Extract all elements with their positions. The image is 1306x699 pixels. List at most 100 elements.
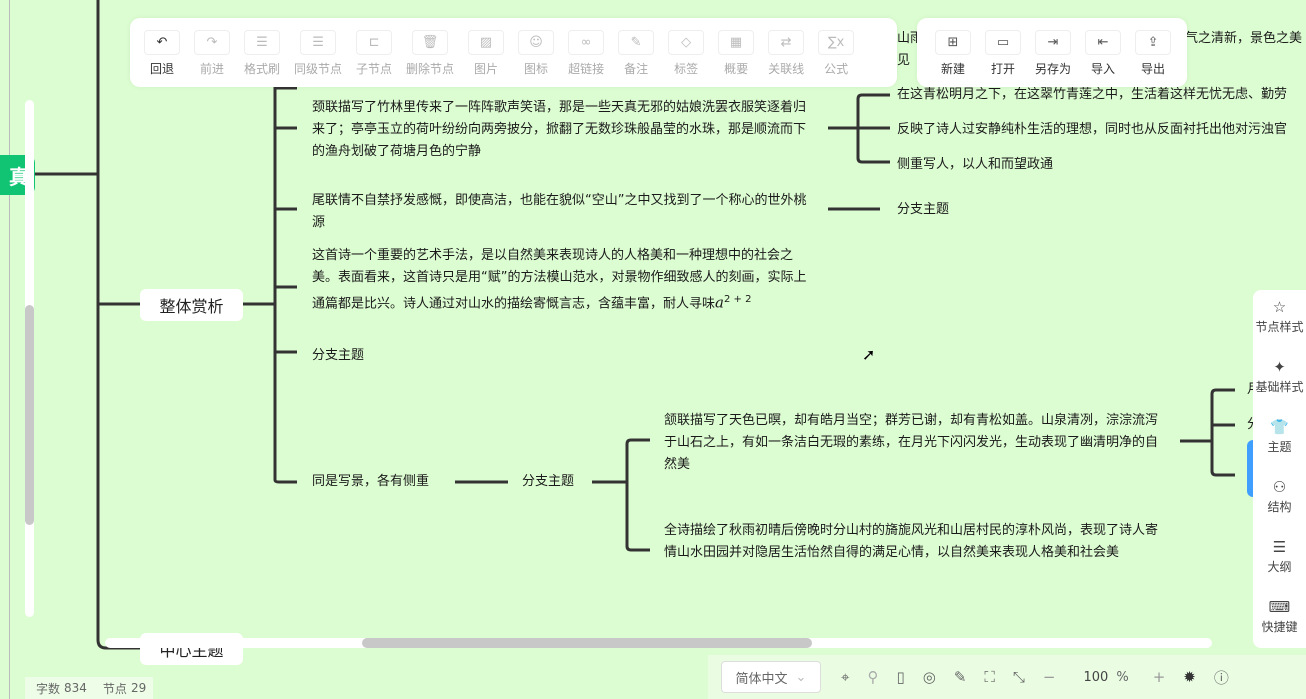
node-text[interactable]: 分支主题 — [312, 345, 364, 367]
language-select[interactable]: 简体中文 ⌄ — [721, 661, 821, 693]
toolbar-image-button[interactable]: ▨ 图片 — [468, 30, 504, 87]
undo-icon: ↶ — [144, 30, 180, 55]
node-text[interactable]: 在这青松明月之下，在这翠竹青莲之中，生活着这样无忧无虑、勤劳 — [897, 84, 1287, 106]
node-text[interactable]: 这首诗一个重要的艺术手法，是以自然美来表现诗人的人格美和一种理想中的社会之美。表… — [312, 245, 807, 315]
sun-icon[interactable]: ✹ — [1183, 668, 1196, 686]
button-label: 备注 — [624, 60, 648, 77]
toolbar-trash-button[interactable]: 🗑删除节点 — [406, 30, 454, 87]
trash-icon: 🗑 — [412, 30, 448, 55]
toolbar-summary-button[interactable]: ▦ 概要 — [718, 30, 754, 87]
toolbar-structure-button[interactable]: ⚇结构 — [1253, 470, 1306, 530]
new-file-icon: ⊞ — [935, 30, 971, 55]
keyboard-icon: ⌨ — [1269, 598, 1291, 618]
formula-exponent: 2 + 2 — [724, 294, 751, 305]
button-label: 关联线 — [768, 60, 804, 77]
structure-icon: ⚇ — [1273, 478, 1286, 498]
export-icon: ⇪ — [1135, 30, 1171, 55]
toolbar-redo-button[interactable]: ↷ 前进 — [194, 30, 230, 87]
mouse-cursor: ➚ — [862, 345, 875, 364]
button-label: 格式刷 — [244, 60, 280, 77]
toolbar-save-as-button[interactable]: ⇥另存为 — [1035, 30, 1071, 87]
edit-icon[interactable]: ✎ — [954, 668, 967, 686]
button-label: 结构 — [1267, 498, 1291, 515]
fit-screen-icon[interactable]: ⛶ — [984, 668, 995, 686]
toolbar-export-button[interactable]: ⇪ 导出 — [1135, 30, 1171, 87]
toolbar-keyboard-button[interactable]: ⌨快捷键 — [1253, 590, 1306, 650]
zoom-percent: % — [1116, 670, 1128, 685]
node-text[interactable]: 分支主题 — [897, 199, 949, 221]
vertical-scrollbar[interactable] — [25, 100, 34, 617]
button-label: 图片 — [474, 60, 498, 77]
vertical-scrollbar-thumb[interactable] — [25, 305, 34, 525]
zoom-in-button[interactable]: + — [1153, 668, 1166, 686]
toolbar-child-node-button[interactable]: ⊏子节点 — [356, 30, 392, 87]
node-text[interactable]: 尾联情不自禁抒发感慨，即使高洁，也能在貌似“空山”之中又找到了一个称心的世外桃源 — [312, 190, 807, 234]
redo-icon: ↷ — [194, 30, 230, 55]
image-icon: ▨ — [468, 30, 504, 55]
toolbar-shirt-button[interactable]: 👕主题 — [1253, 410, 1306, 470]
link-icon: ∞ — [568, 30, 604, 55]
magic-wand-icon: ✦ — [1273, 358, 1286, 378]
toolbar-node-style-button[interactable]: ☆节点样式 — [1253, 290, 1306, 350]
chevron-down-icon: ⌄ — [796, 670, 807, 685]
node-overall-analysis[interactable]: 整体赏析 — [140, 289, 243, 321]
button-label: 导出 — [1141, 60, 1165, 77]
toolbar-undo-button[interactable]: ↶ 回退 — [144, 30, 180, 87]
format-painter-icon: ☰ — [244, 30, 280, 55]
outline-icon: ☰ — [1273, 538, 1286, 558]
toolbar-note-button[interactable]: ✎ 备注 — [618, 30, 654, 87]
fullscreen-icon[interactable]: ⤡ — [1013, 668, 1025, 686]
note-icon: ✎ — [618, 30, 654, 55]
toolbar-new-file-button[interactable]: ⊞ 新建 — [935, 30, 971, 87]
button-label: 新建 — [941, 60, 965, 77]
horizontal-scrollbar[interactable] — [105, 638, 1212, 648]
toolbar-import-button[interactable]: ⇤导入 — [1085, 30, 1121, 87]
node-text[interactable]: 分支主题 — [522, 471, 574, 493]
toolbar-folder-open-button[interactable]: ▭打开 — [985, 30, 1021, 87]
node-text[interactable]: 颔联描写了天色已暝，却有皓月当空；群芳已谢，却有青松如盖。山泉清冽，淙淙流泻于山… — [664, 410, 1159, 476]
zoom-out-button[interactable]: − — [1043, 668, 1056, 686]
left-edge-panel — [0, 0, 10, 699]
node-text[interactable]: 见 — [897, 50, 910, 72]
node-text[interactable]: 反映了诗人过安静纯朴生活的理想，同时也从反面衬托出他对污浊官 — [897, 119, 1287, 141]
language-value: 简体中文 — [736, 668, 788, 687]
node-count: 29 — [131, 681, 146, 695]
toolbar-outline-button[interactable]: ☰大纲 — [1253, 530, 1306, 590]
help-icon[interactable]: ⓘ — [1214, 667, 1229, 688]
summary-icon: ▦ — [718, 30, 754, 55]
bottom-toolbar: 简体中文⌄ ⌖ ⚲ ▯ ◎ ✎ ⛶ ⤡ − 100 % + ✹ ⓘ — [708, 655, 1306, 699]
button-label: 基础样式 — [1255, 378, 1303, 395]
toolbar-formula-button[interactable]: ∑x公式 — [818, 30, 854, 87]
horizontal-scrollbar-thumb[interactable] — [362, 638, 812, 648]
button-label: 同级节点 — [294, 60, 342, 77]
node-style-icon: ☆ — [1273, 298, 1286, 318]
right-side-panel: ☆节点样式✦基础样式👕主题⚇结构☰大纲⌨快捷键 — [1253, 290, 1306, 648]
toolbar-relation-line-button[interactable]: ⇄关联线 — [768, 30, 804, 87]
compass-icon[interactable]: ◎ — [923, 668, 936, 686]
word-count-label: 字数 — [36, 680, 60, 697]
formula-base: a — [715, 293, 724, 311]
node-text[interactable]: 同是写景，各有侧重 — [312, 471, 429, 493]
toolbar-sibling-node-button[interactable]: ☰同级节点 — [294, 30, 342, 87]
button-label: 标签 — [674, 60, 698, 77]
tag-icon: ◇ — [668, 30, 704, 55]
node-text[interactable]: 侧重写人，以人和而望政通 — [897, 154, 1053, 176]
import-icon: ⇤ — [1085, 30, 1121, 55]
node-text[interactable]: 颈联描写了竹林里传来了一阵阵歌声笑语，那是一些天真无邪的姑娘洗罢衣服笑逐着归来了… — [312, 97, 807, 163]
toolbar-link-button[interactable]: ∞超链接 — [568, 30, 604, 87]
node-text[interactable]: 气之清新，景色之美 — [1185, 28, 1302, 50]
button-label: 回退 — [150, 60, 174, 77]
node-text[interactable]: 全诗描绘了秋雨初晴后傍晚时分山村的旖旎风光和山居村民的淳朴风尚，表现了诗人寄情山… — [664, 520, 1159, 564]
toolbar-magic-wand-button[interactable]: ✦基础样式 — [1253, 350, 1306, 410]
toolbar-smiley-button[interactable]: ☺图标 — [518, 30, 554, 87]
locate-icon[interactable]: ⌖ — [841, 668, 849, 686]
shirt-icon: 👕 — [1270, 418, 1289, 438]
button-label: 前进 — [200, 60, 224, 77]
button-label: 子节点 — [356, 60, 392, 77]
button-label: 概要 — [724, 60, 748, 77]
search-icon[interactable]: ⚲ — [867, 668, 878, 686]
toolbar-tag-button[interactable]: ◇ 标签 — [668, 30, 704, 87]
smiley-icon: ☺ — [518, 30, 554, 55]
toolbar-format-painter-button[interactable]: ☰ 格式刷 — [244, 30, 280, 87]
mouse-icon[interactable]: ▯ — [896, 668, 904, 686]
